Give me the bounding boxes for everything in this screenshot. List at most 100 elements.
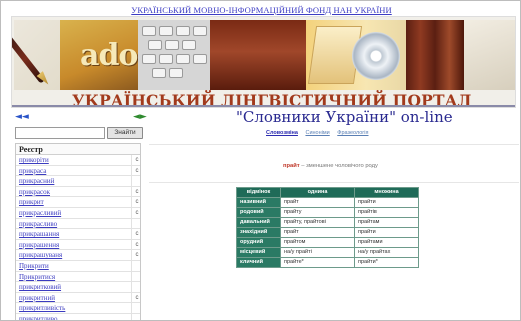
singular-cell: прайт: [280, 197, 355, 208]
registry-word-link[interactable]: прикрашуваня: [19, 250, 62, 260]
search-button[interactable]: Знайти: [107, 127, 143, 139]
dictionary-tabs: Словозміна Синоніми Фразеологія: [266, 130, 375, 136]
registry-mark: [131, 271, 140, 282]
list-item[interactable]: прикритний с: [16, 292, 140, 304]
registry-mark: с: [131, 229, 140, 240]
registry-mark: с: [131, 250, 140, 261]
list-item[interactable]: прикритливо: [16, 313, 140, 320]
plural-cell: прайти: [354, 197, 419, 208]
registry-word-link[interactable]: прикритливо: [19, 314, 58, 320]
table-row: місцевий на/у прайті на/у прайтах: [236, 247, 419, 258]
list-item[interactable]: прикрасливо: [16, 218, 140, 230]
registry-mark: [131, 218, 140, 229]
registry-mark: с: [131, 239, 140, 250]
list-item[interactable]: прикрашуваня с: [16, 250, 140, 261]
column-header: відмінок: [236, 187, 281, 198]
list-item[interactable]: Прикритися: [16, 271, 140, 283]
registry-mark: с: [131, 207, 140, 218]
registry-mark: [131, 260, 140, 271]
bookshelf-image: [406, 20, 464, 90]
list-item[interactable]: прикрашення с: [16, 239, 140, 251]
table-row: орудний прайтом прайтами: [236, 237, 419, 248]
registry-word-link[interactable]: прикрасний: [19, 176, 54, 186]
registry-word-link[interactable]: прикрасок: [19, 187, 50, 197]
cd-icon: [352, 32, 400, 80]
old-books-image: [210, 20, 306, 90]
declension-body: називний прайт прайти родовий прайту прайтів д…: [236, 197, 419, 268]
key-shape: [176, 54, 190, 64]
plural-cell: прайти: [354, 227, 419, 238]
key-shape: [142, 26, 156, 36]
list-item[interactable]: прикрасливий с: [16, 207, 140, 219]
list-item[interactable]: прикраса с: [16, 165, 140, 177]
registry-word-link[interactable]: Прикрити: [19, 261, 49, 271]
singular-cell: прайтом: [280, 237, 355, 248]
table-header-row: відмінок однина множина: [236, 187, 419, 198]
registry-word-link[interactable]: прикритний: [19, 293, 55, 303]
tab-phraseology[interactable]: Фразеологія: [337, 130, 368, 136]
list-item[interactable]: прикрашання с: [16, 229, 140, 240]
word-definition: прайт – зменшене чоловічого роду: [283, 163, 378, 169]
registry-mark: с: [131, 165, 140, 176]
institute-link[interactable]: УКРАЇНСЬКИЙ МОВНО-ІНФОРМАЦІЙНИЙ ФОНД НАН…: [1, 5, 520, 15]
case-cell: місцевий: [236, 247, 281, 258]
table-row: кличний прайте* прайти*: [236, 257, 419, 268]
key-shape: [148, 40, 162, 50]
registry-mark: [131, 303, 140, 314]
plural-cell: прайтами: [354, 237, 419, 248]
list-item[interactable]: прикоріти с: [16, 155, 140, 166]
registry-word-link[interactable]: прикоріти: [19, 155, 49, 165]
fountain-pen-image: [12, 20, 60, 90]
registry-list: Реєстр прикоріти с прикраса с прикрасний прик…: [15, 143, 141, 320]
list-item[interactable]: прикрит с: [16, 197, 140, 208]
search-input[interactable]: [15, 127, 105, 139]
list-item[interactable]: прикритковий: [16, 282, 140, 293]
forward-nav-icon[interactable]: ◄►: [133, 112, 147, 122]
open-book-image: [464, 20, 515, 90]
registry-mark: [131, 313, 140, 320]
registry-word-link[interactable]: прикрашення: [19, 240, 59, 250]
key-shape: [142, 54, 156, 64]
plural-cell: на/у прайтах: [354, 247, 419, 258]
registry-word-link[interactable]: Прикритися: [19, 272, 55, 282]
registry-mark: [131, 282, 140, 293]
key-shape: [159, 26, 173, 36]
case-cell: родовий: [236, 207, 281, 218]
tab-inflection[interactable]: Словозміна: [266, 130, 298, 136]
declension-table: відмінок однина множина називний прайт пра…: [236, 187, 419, 268]
key-shape: [176, 26, 190, 36]
key-shape: [193, 54, 207, 64]
key-shape: [165, 40, 179, 50]
key-shape: [193, 26, 207, 36]
cd-disc-image: [306, 20, 406, 90]
adobe-logo-image: adobe: [60, 20, 176, 90]
divider: [149, 182, 519, 183]
key-shape: [182, 40, 196, 50]
back-nav-icon[interactable]: ◄◄: [15, 112, 29, 122]
registry-word-link[interactable]: прикраса: [19, 166, 46, 176]
list-item[interactable]: прикрасок с: [16, 186, 140, 198]
case-cell: називний: [236, 197, 281, 208]
list-item[interactable]: Прикрити: [16, 260, 140, 272]
case-cell: знахідний: [236, 227, 281, 238]
key-shape: [169, 68, 183, 78]
registry-word-link[interactable]: прикрашання: [19, 229, 59, 239]
singular-cell: прайте*: [280, 257, 355, 268]
page-frame: УКРАЇНСЬКИЙ МОВНО-ІНФОРМАЦІЙНИЙ ФОНД НАН…: [0, 0, 521, 321]
keyboard-image: [138, 20, 210, 90]
key-shape: [152, 68, 166, 78]
headword: прайт: [283, 163, 300, 169]
case-cell: давальний: [236, 217, 281, 228]
registry-word-link[interactable]: прикрит: [19, 197, 44, 207]
table-row: давальний прайту, прайтові прайтам: [236, 217, 419, 228]
tab-synonyms[interactable]: Синоніми: [305, 130, 329, 136]
registry-word-link[interactable]: прикритливість: [19, 303, 65, 313]
registry-word-link[interactable]: прикрасливий: [19, 208, 61, 218]
registry-word-link[interactable]: прикрасливо: [19, 219, 57, 229]
registry-word-link[interactable]: прикритковий: [19, 282, 61, 292]
singular-cell: прайту, прайтові: [280, 217, 355, 228]
singular-cell: прайту: [280, 207, 355, 218]
list-item[interactable]: прикрасний: [16, 176, 140, 187]
list-item[interactable]: прикритливість: [16, 303, 140, 314]
column-header: однина: [280, 187, 355, 198]
